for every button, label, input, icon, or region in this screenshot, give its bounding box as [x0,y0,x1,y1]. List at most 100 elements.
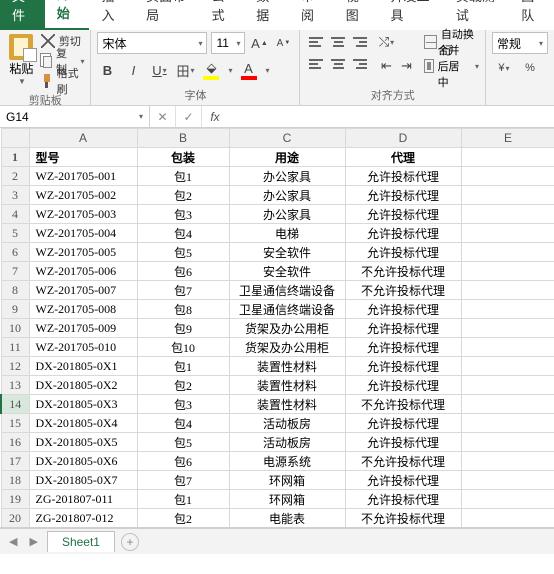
col-header-C[interactable]: C [229,129,345,148]
cell[interactable]: 不允许投标代理 [345,281,461,300]
increase-font-button[interactable] [249,33,269,53]
cell[interactable]: 包4 [137,414,229,433]
cell[interactable] [461,319,554,338]
cell[interactable]: 允许投标代理 [345,205,461,224]
row-header[interactable]: 10 [1,319,29,338]
cell[interactable]: 安全软件 [229,262,345,281]
percent-button[interactable]: % [518,58,542,78]
tab-9[interactable]: 团队 [509,0,554,30]
cell[interactable]: 装置性材料 [229,357,345,376]
cell[interactable] [461,414,554,433]
select-all-corner[interactable] [1,129,29,148]
cell[interactable]: WZ-201705-006 [29,262,137,281]
cell[interactable]: 不允许投标代理 [345,395,461,414]
cell[interactable]: WZ-201705-002 [29,186,137,205]
row-header[interactable]: 13 [1,376,29,395]
row-header[interactable]: 8 [1,281,29,300]
cell[interactable] [461,376,554,395]
cell[interactable]: DX-201805-0X1 [29,357,137,376]
cell[interactable]: 电梯 [229,224,345,243]
cell[interactable]: 办公家具 [229,205,345,224]
row-header[interactable]: 9 [1,300,29,319]
merge-center-button[interactable]: 合并后居中▾ [424,56,479,76]
cell[interactable]: ZG-201807-012 [29,509,137,528]
chevron-down-icon[interactable]: ▾ [266,66,270,75]
cell[interactable]: 用途 [229,148,345,167]
align-left-button[interactable] [306,54,326,74]
cell[interactable]: 环网箱 [229,490,345,509]
align-top-button[interactable] [306,32,326,52]
cell[interactable]: WZ-201705-008 [29,300,137,319]
cell[interactable] [461,452,554,471]
font-size-select[interactable]: 11▾ [211,32,245,54]
row-header[interactable]: 12 [1,357,29,376]
cell[interactable]: 环网箱 [229,471,345,490]
row-header[interactable]: 11 [1,338,29,357]
tab-7[interactable]: 开发工具 [378,0,443,30]
cell[interactable]: 包4 [137,224,229,243]
cell[interactable]: 代理 [345,148,461,167]
cell[interactable]: 活动板房 [229,414,345,433]
cell[interactable]: 包3 [137,205,229,224]
sheet-nav-next[interactable]: ▶ [26,535,40,548]
cell[interactable] [461,509,554,528]
row-header[interactable]: 21 [1,528,29,529]
cell[interactable]: 货架及办公用柜 [229,338,345,357]
name-box[interactable]: G14▾ [0,106,150,127]
cell[interactable]: DX-201805-0X5 [29,433,137,452]
cell[interactable] [461,357,554,376]
row-header[interactable]: 6 [1,243,29,262]
cell[interactable] [461,300,554,319]
fill-color-button[interactable]: ⬙ [201,60,221,80]
row-header[interactable]: 3 [1,186,29,205]
cell[interactable]: 不允许投标代理 [345,528,461,529]
cell[interactable]: 包6 [137,262,229,281]
col-header-D[interactable]: D [345,129,461,148]
number-format-select[interactable]: 常规▾ [492,32,548,54]
row-header[interactable]: 18 [1,471,29,490]
cell[interactable] [461,262,554,281]
cell[interactable] [461,338,554,357]
cell[interactable]: 包10 [137,338,229,357]
cell[interactable]: 允许投标代理 [345,243,461,262]
cell[interactable] [461,205,554,224]
cell[interactable]: WZ-201705-007 [29,281,137,300]
cell[interactable]: 包2 [137,509,229,528]
cell[interactable]: 允许投标代理 [345,319,461,338]
cell[interactable]: 装置性材料 [229,395,345,414]
cell[interactable]: 电源系统 [229,452,345,471]
font-color-button[interactable]: A [239,60,259,80]
cell[interactable]: WZ-201705-009 [29,319,137,338]
col-header-A[interactable]: A [29,129,137,148]
cell[interactable] [461,490,554,509]
cell[interactable]: 允许投标代理 [345,433,461,452]
cell[interactable]: 包6 [137,452,229,471]
cell[interactable]: ZG-201807-011 [29,490,137,509]
cell[interactable]: WZ-201705-001 [29,167,137,186]
cell[interactable] [461,167,554,186]
tab-1[interactable]: 插入 [89,0,134,30]
tab-2[interactable]: 页面布局 [134,0,199,30]
cell[interactable]: 允许投标代理 [345,376,461,395]
cell[interactable]: WZ-201705-005 [29,243,137,262]
tab-3[interactable]: 公式 [200,0,245,30]
tab-file[interactable]: 文件 [0,0,45,30]
cell[interactable]: 装置性材料 [229,376,345,395]
row-header[interactable]: 7 [1,262,29,281]
tab-0[interactable]: 开始 [45,0,90,30]
cell[interactable] [461,528,554,529]
cell[interactable]: 允许投标代理 [345,471,461,490]
cell[interactable]: 不允许投标代理 [345,262,461,281]
col-header-E[interactable]: E [461,129,554,148]
row-header[interactable]: 1 [1,148,29,167]
cell[interactable]: 允许投标代理 [345,490,461,509]
cell[interactable]: 包7 [137,281,229,300]
increase-indent-button[interactable]: ⇥ [396,56,416,76]
cell[interactable] [461,148,554,167]
cell[interactable] [461,471,554,490]
decrease-indent-button[interactable]: ⇤ [376,56,396,76]
align-middle-button[interactable] [328,32,348,52]
add-sheet-button[interactable]: + [121,533,139,551]
cell[interactable]: 允许投标代理 [345,224,461,243]
cell[interactable]: 包2 [137,376,229,395]
